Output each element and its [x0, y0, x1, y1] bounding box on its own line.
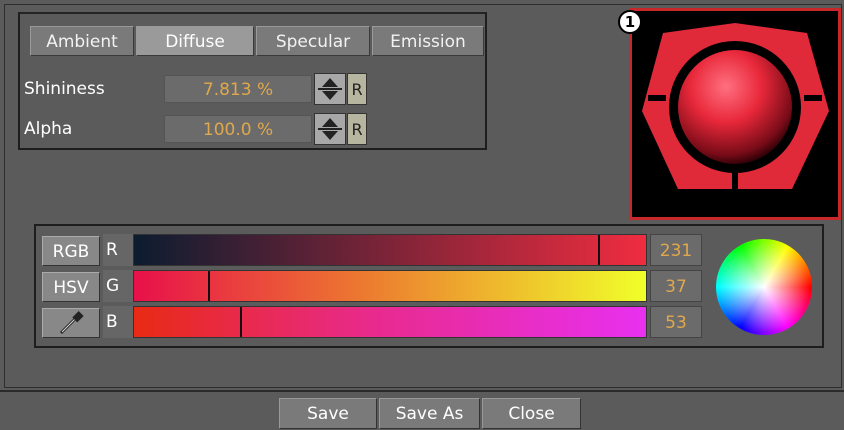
shininess-stepper[interactable] [314, 73, 346, 105]
slider-handle[interactable] [240, 307, 243, 337]
color-picker-panel: RGB HSV R 231 G 37 B 53 [34, 224, 824, 348]
preview-sphere-image [642, 23, 829, 193]
footer-bar: Save Save As Close [0, 390, 844, 429]
slider-handle[interactable] [208, 271, 211, 301]
blue-slider[interactable] [133, 306, 647, 338]
blue-value-field[interactable]: 53 [650, 306, 702, 338]
channel-label-r: R [103, 234, 133, 266]
material-preview: 1 [618, 8, 841, 220]
color-wheel[interactable] [716, 239, 812, 335]
alpha-stepper[interactable] [314, 113, 346, 145]
alpha-field[interactable]: 100.0 % [164, 115, 312, 143]
arrow-down-icon[interactable] [322, 131, 338, 140]
green-slider[interactable] [133, 270, 647, 302]
arrow-up-icon[interactable] [322, 78, 338, 87]
rgb-mode-button[interactable]: RGB [42, 236, 100, 266]
channel-label-b: B [103, 306, 133, 338]
shininess-label: Shininess [24, 79, 105, 99]
alpha-label: Alpha [24, 119, 73, 139]
shininess-field[interactable]: 7.813 % [164, 75, 312, 103]
save-as-button[interactable]: Save As [379, 398, 480, 429]
red-value-field[interactable]: 231 [650, 234, 702, 266]
arrow-up-icon[interactable] [322, 118, 338, 127]
channel-label-g: G [103, 270, 133, 302]
tab-ambient[interactable]: Ambient [30, 26, 134, 56]
green-value-field[interactable]: 37 [650, 270, 702, 302]
material-panel: Ambient Diffuse Specular Emission Shinin… [18, 12, 487, 150]
shininess-reset-button[interactable]: R [347, 73, 367, 105]
save-button[interactable]: Save [279, 398, 377, 429]
red-slider[interactable] [133, 234, 647, 266]
tab-emission[interactable]: Emission [372, 26, 484, 56]
hsv-mode-button[interactable]: HSV [42, 272, 100, 302]
callout-badge: 1 [618, 10, 642, 34]
slider-handle[interactable] [597, 235, 600, 265]
tab-specular[interactable]: Specular [256, 26, 370, 56]
eyedropper-button[interactable] [42, 308, 100, 338]
eyedropper-icon [59, 311, 84, 335]
alpha-reset-button[interactable]: R [347, 113, 367, 145]
arrow-down-icon[interactable] [322, 91, 338, 100]
tab-diffuse[interactable]: Diffuse [136, 26, 254, 56]
close-button[interactable]: Close [482, 398, 581, 429]
